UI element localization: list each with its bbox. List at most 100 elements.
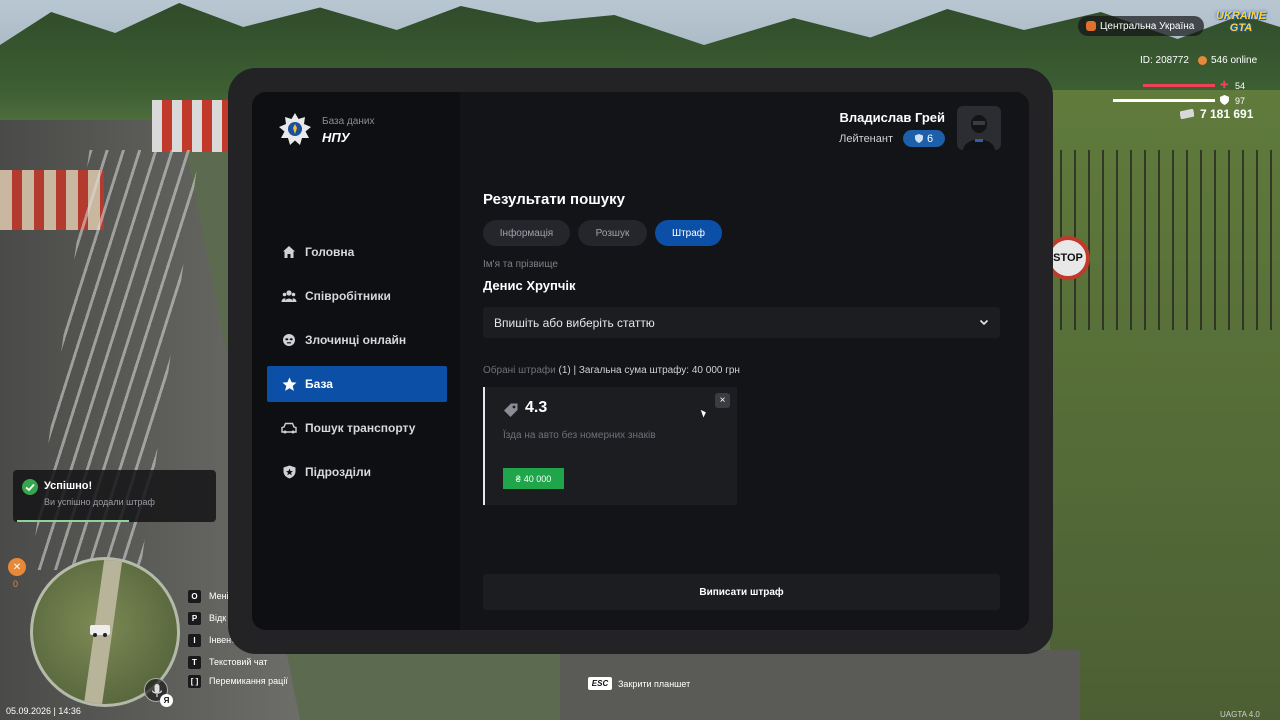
toast-progress <box>17 520 129 522</box>
brand-name: НПУ <box>322 130 350 145</box>
keyhint-label: Перемикання рації <box>209 676 288 686</box>
shield-icon <box>281 464 297 480</box>
player-vehicle-icon <box>90 625 110 637</box>
success-toast: Успішно! Ви успішно додали штраф <box>13 470 216 522</box>
police-star-logo <box>279 113 311 145</box>
player-id: ID: 208772 <box>1140 55 1189 66</box>
fines-summary-total: (1) | Загальна сума штрафу: 40 000 грн <box>558 365 740 376</box>
remove-fine-button[interactable]: × <box>715 393 730 408</box>
keyhint-label: Відк <box>209 613 227 623</box>
user-rank: Лейтенант <box>839 133 893 145</box>
sidebar-item-label: Головна <box>305 245 355 259</box>
tab-information[interactable]: Інформація <box>483 220 570 246</box>
region-icon <box>1086 21 1096 31</box>
users-icon <box>281 288 297 304</box>
rank-level-value: 6 <box>926 132 934 145</box>
fine-amount-value: 40 000 <box>523 473 552 484</box>
money-value: 7 181 691 <box>1200 107 1254 121</box>
fine-amount-badge: ₴ 40 000 <box>503 468 564 489</box>
key-cap: T <box>188 655 201 669</box>
sidebar-item-employees[interactable]: Співробітники <box>267 278 447 314</box>
key-cap: O <box>188 589 201 603</box>
money-display: 7 181 691 <box>1180 107 1253 121</box>
person-name: Денис Хрупчік <box>483 278 576 293</box>
police-tablet: База даних НПУ Головна Співробітники Зло… <box>228 68 1053 654</box>
keyhint-radio-switch: [ ] Перемикання рації <box>188 674 288 688</box>
close-tablet-hint: ESC Закрити планшет <box>588 677 690 690</box>
fines-summary: Обрані штрафи (1) | Загальна сума штрафу… <box>483 365 740 376</box>
sidebar-item-label: База <box>305 377 333 391</box>
user-name: Владислав Грей <box>839 110 945 125</box>
sidebar-item-database[interactable]: База <box>267 366 447 402</box>
key-cap: P <box>188 611 201 625</box>
sidebar-item-divisions[interactable]: Підрозділи <box>267 454 447 490</box>
online-counter: 546 online <box>1198 55 1257 66</box>
sidebar-item-label: Підрозділи <box>305 465 371 479</box>
keyhint-label: Текстовий чат <box>209 657 268 667</box>
region-indicator: Центральна Україна <box>1078 16 1205 36</box>
sidebar-item-label: Злочинці онлайн <box>305 333 407 347</box>
checkmark-icon <box>22 479 38 495</box>
health-value: 54 <box>1235 81 1246 91</box>
tab-fine[interactable]: Штраф <box>655 220 722 246</box>
sidebar-item-label: Співробітники <box>305 289 391 303</box>
hunger-icon: ✕ <box>8 558 26 576</box>
esc-key-cap: ESC <box>588 677 612 690</box>
fine-card: 4.3 Їзда на авто без номерних знаків ₴ 4… <box>483 387 737 505</box>
game-logo: UKRAINE GTA <box>1212 10 1270 38</box>
close-icon: × <box>719 395 726 406</box>
fine-article-code: 4.3 <box>525 399 548 416</box>
cash-icon <box>1180 109 1194 119</box>
key-cap: I <box>188 633 201 647</box>
avatar[interactable] <box>957 106 1001 150</box>
article-select-dropdown[interactable]: Впишіть або виберіть статтю <box>483 307 1000 338</box>
keyhint-inventory: I Інвент <box>188 633 235 647</box>
section-title: Результати пошуку <box>483 191 625 208</box>
mask-icon <box>281 332 297 348</box>
armor-icon <box>1220 95 1229 105</box>
fine-description: Їзда на авто без номерних знаків <box>503 430 656 441</box>
name-field-label: Ім'я та прізвище <box>483 259 558 270</box>
online-label: 546 online <box>1211 55 1258 66</box>
fines-summary-prefix: Обрані штрафи <box>483 365 556 376</box>
sidebar-item-label: Пошук транспорту <box>305 421 416 435</box>
hryvnia-icon: ₴ <box>515 473 521 484</box>
health-icon: ✚ <box>1220 80 1229 91</box>
metal-fence-right <box>1060 150 1280 330</box>
date-time: 05.09.2026 | 14:36 <box>6 706 81 716</box>
issue-fine-button[interactable]: Виписати штраф <box>483 574 1000 610</box>
armor-bar <box>1113 99 1215 102</box>
voice-language-badge: Я <box>160 694 173 707</box>
game-logo-bottom: GTA <box>1229 22 1253 34</box>
game-version: UAGTA 4.0 <box>1220 710 1260 719</box>
avatar-image <box>957 106 1001 150</box>
article-select-placeholder: Впишіть або виберіть статтю <box>494 315 655 330</box>
rank-level-badge: 6 <box>903 130 945 147</box>
car-icon <box>281 420 297 436</box>
close-tablet-label: Закрити планшет <box>618 678 691 689</box>
sidebar-item-vehicle-search[interactable]: Пошук транспорту <box>267 410 447 446</box>
armor-value: 97 <box>1235 96 1246 106</box>
key-cap: [ ] <box>188 674 201 688</box>
sidebar: База даних НПУ Головна Співробітники Зло… <box>252 92 460 630</box>
keyhint-menu: O Мені <box>188 589 229 603</box>
keyhint-open: P Відк <box>188 611 226 625</box>
star-icon <box>281 376 297 392</box>
toast-message: Ви успішно додали штраф <box>44 497 155 507</box>
rank-shield-icon <box>914 134 923 143</box>
toast-title: Успішно! <box>44 480 93 492</box>
game-logo-top: UKRAINE <box>1215 10 1267 22</box>
tab-wanted[interactable]: Розшук <box>578 220 647 246</box>
road-barrier <box>152 100 228 152</box>
keyhint-label: Мені <box>209 591 229 601</box>
hunger-value: 0 <box>13 579 19 589</box>
online-icon <box>1198 56 1207 65</box>
home-icon <box>281 244 297 260</box>
tablet-screen: База даних НПУ Головна Співробітники Зло… <box>252 92 1029 630</box>
health-bar <box>1143 84 1215 87</box>
tag-icon <box>504 403 518 417</box>
sidebar-item-home[interactable]: Головна <box>267 234 447 270</box>
sidebar-item-criminals-online[interactable]: Злочинці онлайн <box>267 322 447 358</box>
main-panel <box>460 92 1029 630</box>
brand-subtitle: База даних <box>322 116 375 127</box>
